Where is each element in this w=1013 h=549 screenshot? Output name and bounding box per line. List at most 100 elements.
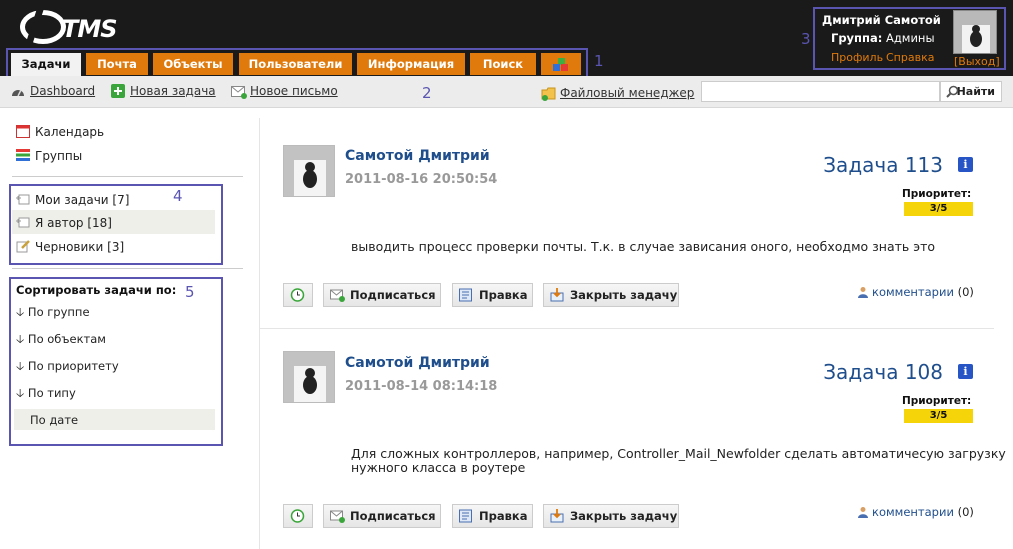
new-task-link[interactable]: Новая задача [130, 84, 216, 98]
annotation-number-4: 4 [173, 187, 183, 205]
comments-link[interactable]: комментарии [872, 285, 954, 299]
subscribe-button[interactable]: Подписаться [323, 504, 441, 528]
sidebar-item-drafts[interactable]: Черновики [3] [16, 239, 124, 254]
clock-icon [290, 509, 305, 523]
user-icon [858, 507, 868, 518]
info-icon[interactable]: i [958, 364, 973, 379]
task-date: 2011-08-14 08:14:18 [345, 379, 498, 394]
dashboard-link[interactable]: Dashboard [30, 84, 95, 98]
sidebar-item-groups[interactable]: Группы [16, 148, 82, 163]
edit-button[interactable]: Правка [452, 283, 533, 307]
tab-users[interactable]: Пользователи [239, 53, 352, 75]
help-link[interactable]: Справка [886, 51, 934, 64]
tab-search[interactable]: Поиск [470, 53, 536, 75]
subscribe-mail-icon [330, 289, 345, 302]
task-title[interactable]: Задача 108 [790, 360, 943, 384]
search-button[interactable]: Найти [940, 81, 1002, 102]
calendar-icon [16, 125, 30, 138]
sidebar-item-label: Группы [35, 149, 83, 163]
task-date: 2011-08-16 20:50:54 [345, 172, 498, 187]
sort-by-objects[interactable]: 🡣 По объектам [16, 332, 106, 351]
comments-count: (0) [957, 285, 974, 299]
priority-badge: 3/5 [904, 409, 973, 423]
groups-icon [16, 149, 30, 161]
tab-apps[interactable] [541, 53, 581, 75]
sidebar-item-label: Я автор [18] [35, 216, 112, 230]
clock-icon [290, 288, 305, 302]
profile-link[interactable]: Профиль [831, 51, 883, 64]
sort-title: Сортировать задачи по: [16, 283, 177, 297]
sidebar-divider [12, 176, 243, 177]
sidebar-divider [12, 268, 243, 269]
search-icon [946, 85, 959, 98]
task-author-name[interactable]: Самотой Дмитрий [345, 148, 490, 164]
edit-icon [459, 288, 472, 302]
new-letter-icon [231, 86, 247, 99]
priority-label: Приоритет: [902, 188, 972, 200]
user-avatar[interactable] [953, 10, 997, 54]
sort-item-label: По приоритету [27, 359, 119, 373]
sidebar-item-calendar[interactable]: Календарь [16, 124, 104, 139]
logo[interactable]: TMS [18, 10, 118, 46]
sort-item-label: По группе [27, 305, 90, 319]
close-task-icon [550, 288, 564, 302]
close-task-button[interactable]: Закрыть задачу [543, 283, 679, 307]
user-icon [858, 287, 868, 298]
close-task-icon [550, 509, 564, 523]
task-history-button[interactable] [283, 283, 313, 307]
subscribe-mail-icon [330, 510, 345, 523]
content-divider [259, 118, 260, 549]
user-name: Дмитрий Самотой [822, 13, 941, 27]
sidebar-item-i-author[interactable]: Я автор [18] [16, 215, 112, 230]
sort-by-type[interactable]: 🡣 По типу [16, 386, 76, 405]
sort-arrow-icon: 🡣 [16, 359, 25, 373]
file-manager-icon [541, 87, 556, 101]
edit-button-label: Правка [479, 509, 528, 523]
task-title[interactable]: Задача 113 [790, 153, 943, 177]
new-letter-link[interactable]: Новое письмо [250, 84, 338, 98]
close-task-button-label: Закрыть задачу [570, 288, 678, 302]
sort-by-date[interactable]: По дате [30, 413, 78, 427]
annotation-number-2: 2 [422, 84, 432, 102]
sort-by-priority[interactable]: 🡣 По приоритету [16, 359, 119, 378]
file-manager-link[interactable]: Файловый менеджер [560, 86, 694, 100]
dashboard-icon [12, 89, 24, 97]
task-author-avatar[interactable] [283, 145, 335, 197]
subscribe-button[interactable]: Подписаться [323, 283, 441, 307]
comments-link[interactable]: комментарии [872, 505, 954, 519]
tab-objects[interactable]: Объекты [153, 53, 233, 75]
annotation-number-3: 3 [801, 30, 811, 48]
logout-link[interactable]: [Выход] [954, 55, 1000, 68]
sort-arrow-icon: 🡣 [16, 332, 25, 346]
tab-tasks[interactable]: Задачи [11, 53, 81, 76]
sidebar-item-my-tasks[interactable]: Мои задачи [7] [16, 192, 129, 207]
user-group: Группа: Админы [831, 31, 935, 45]
task-author-avatar[interactable] [283, 351, 335, 403]
logo-mark [20, 10, 66, 44]
add-task-icon [111, 84, 125, 98]
apps-blocks-icon [553, 57, 569, 72]
tab-mail[interactable]: Почта [86, 53, 148, 75]
sidebar-item-label: Мои задачи [7] [35, 193, 130, 207]
author-list-icon [16, 217, 30, 228]
task-separator [260, 328, 994, 329]
task-history-button[interactable] [283, 504, 313, 528]
close-task-button[interactable]: Закрыть задачу [543, 504, 679, 528]
user-group-label: Группа: [831, 31, 883, 45]
edit-button[interactable]: Правка [452, 504, 533, 528]
info-icon[interactable]: i [958, 157, 973, 172]
subscribe-button-label: Подписаться [350, 288, 436, 302]
priority-label: Приоритет: [902, 395, 972, 407]
sort-by-group[interactable]: 🡣 По группе [16, 305, 90, 324]
subscribe-button-label: Подписаться [350, 509, 436, 523]
close-task-button-label: Закрыть задачу [570, 509, 678, 523]
task-author-name[interactable]: Самотой Дмитрий [345, 355, 490, 371]
sort-item-label: По объектам [27, 332, 106, 346]
annotation-number-1: 1 [594, 52, 604, 70]
search-input[interactable] [701, 81, 940, 102]
comments: комментарии (0) [857, 285, 974, 299]
search-button-label: Найти [956, 85, 995, 98]
tab-information[interactable]: Информация [357, 53, 465, 75]
user-group-value: Админы [885, 31, 935, 45]
edit-button-label: Правка [479, 288, 528, 302]
